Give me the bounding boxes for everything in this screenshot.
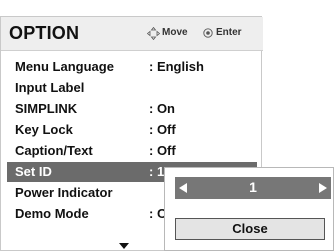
menu-item-value: : English bbox=[149, 59, 204, 74]
menu-item-label: Demo Mode bbox=[15, 206, 89, 221]
enter-circle-icon bbox=[203, 28, 213, 38]
menu-item-value: : Off bbox=[149, 143, 176, 158]
menu-item-value: : Off bbox=[149, 122, 176, 137]
menu-header: OPTION Move Enter bbox=[1, 17, 263, 51]
menu-title: OPTION bbox=[9, 23, 80, 43]
move-hint-label: Move bbox=[162, 27, 188, 38]
set-id-selector[interactable]: 1 bbox=[175, 177, 331, 199]
menu-item-simplink[interactable]: SIMPLINK : On bbox=[7, 99, 257, 119]
menu-item-input-label[interactable]: Input Label bbox=[7, 78, 257, 98]
menu-item-value: : 1 bbox=[149, 164, 165, 179]
close-button[interactable]: Close bbox=[175, 218, 325, 240]
enter-hint-label: Enter bbox=[216, 27, 242, 38]
dpad-move-icon bbox=[147, 27, 160, 40]
menu-item-value: : On bbox=[149, 101, 175, 116]
menu-item-label: Set ID bbox=[15, 164, 52, 179]
menu-item-label: Caption/Text bbox=[15, 143, 93, 158]
menu-item-key-lock[interactable]: Key Lock : Off bbox=[7, 120, 257, 140]
menu-item-caption-text[interactable]: Caption/Text : Off bbox=[7, 141, 257, 161]
menu-item-label: Power Indicator bbox=[15, 185, 113, 200]
right-arrow-icon[interactable] bbox=[319, 183, 327, 193]
menu-item-label: Menu Language bbox=[15, 59, 114, 74]
menu-item-label: Key Lock bbox=[15, 122, 73, 137]
menu-item-label: SIMPLINK bbox=[15, 101, 78, 116]
set-id-value: 1 bbox=[249, 179, 257, 195]
menu-item-menu-language[interactable]: Menu Language : English bbox=[7, 57, 257, 77]
set-id-popup: 1 Close bbox=[164, 167, 334, 251]
scroll-down-arrow-icon[interactable] bbox=[119, 243, 129, 249]
menu-item-label: Input Label bbox=[15, 80, 85, 95]
